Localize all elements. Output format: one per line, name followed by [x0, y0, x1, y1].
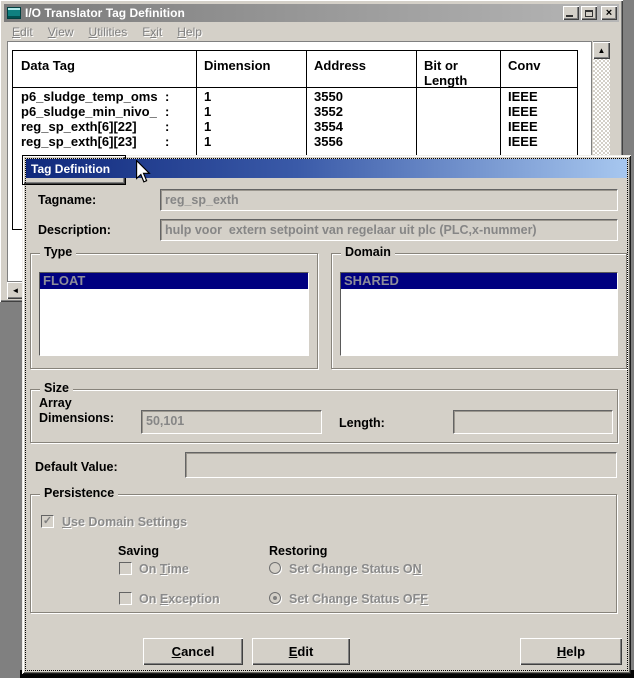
close-button[interactable]: ×: [601, 6, 617, 20]
table-row[interactable]: p6_sludge_min_nivo_ : 1 3552 IEEE: [13, 104, 577, 119]
menu-view[interactable]: View: [48, 25, 74, 39]
header-separator: [13, 87, 577, 88]
edit-button[interactable]: Edit: [252, 638, 350, 665]
cancel-button[interactable]: Cancel: [143, 638, 243, 665]
maximize-button[interactable]: [581, 6, 597, 20]
scroll-up-button[interactable]: ▲: [593, 42, 610, 59]
main-titlebar[interactable]: I/O Translator Tag Definition ×: [4, 4, 619, 22]
mouse-cursor-icon: [136, 160, 151, 183]
menu-utilities[interactable]: Utilities: [89, 25, 128, 39]
col-header-conv: Conv: [508, 58, 541, 73]
help-button[interactable]: Help: [520, 638, 622, 665]
menu-help[interactable]: Help: [177, 25, 202, 39]
ok-button[interactable]: OK: [22, 155, 126, 185]
table-row[interactable]: reg_sp_exth[6][23] : 1 3556 IEEE: [13, 134, 577, 149]
maximize-icon: [585, 10, 593, 17]
edit-button-label: Edit: [289, 644, 314, 659]
table-row[interactable]: reg_sp_exth[6][22] : 1 3554 IEEE: [13, 119, 577, 134]
cancel-button-label: Cancel: [172, 644, 215, 659]
help-button-label: Help: [557, 644, 585, 659]
app-icon: [7, 7, 21, 19]
focus-rect: [25, 158, 628, 671]
menu-exit[interactable]: Exit: [142, 25, 162, 39]
tag-definition-dialog: Tag Definition Tagname: reg_sp_exth Desc…: [22, 155, 631, 674]
col-header-dimension: Dimension: [204, 58, 270, 73]
window-title: I/O Translator Tag Definition: [25, 6, 561, 20]
scroll-left-icon: ◄: [12, 286, 20, 295]
table-row[interactable]: p6_sludge_temp_oms : 1 3550 IEEE: [13, 89, 577, 104]
table-rows: p6_sludge_temp_oms : 1 3550 IEEE p6_slud…: [13, 89, 577, 149]
col-header-data-tag: Data Tag: [21, 58, 75, 73]
menubar: Edit View Utilities Exit Help: [4, 23, 619, 40]
scroll-up-icon: ▲: [598, 46, 606, 55]
close-icon: ×: [606, 7, 612, 19]
col-header-bit-or: Bit or: [424, 58, 458, 73]
minimize-button[interactable]: [563, 6, 579, 20]
desktop: I/O Translator Tag Definition × Edit Vie…: [0, 0, 634, 678]
menu-edit[interactable]: Edit: [12, 25, 33, 39]
minimize-icon: [566, 15, 573, 17]
col-header-length: Length: [424, 73, 467, 88]
col-header-address: Address: [314, 58, 366, 73]
